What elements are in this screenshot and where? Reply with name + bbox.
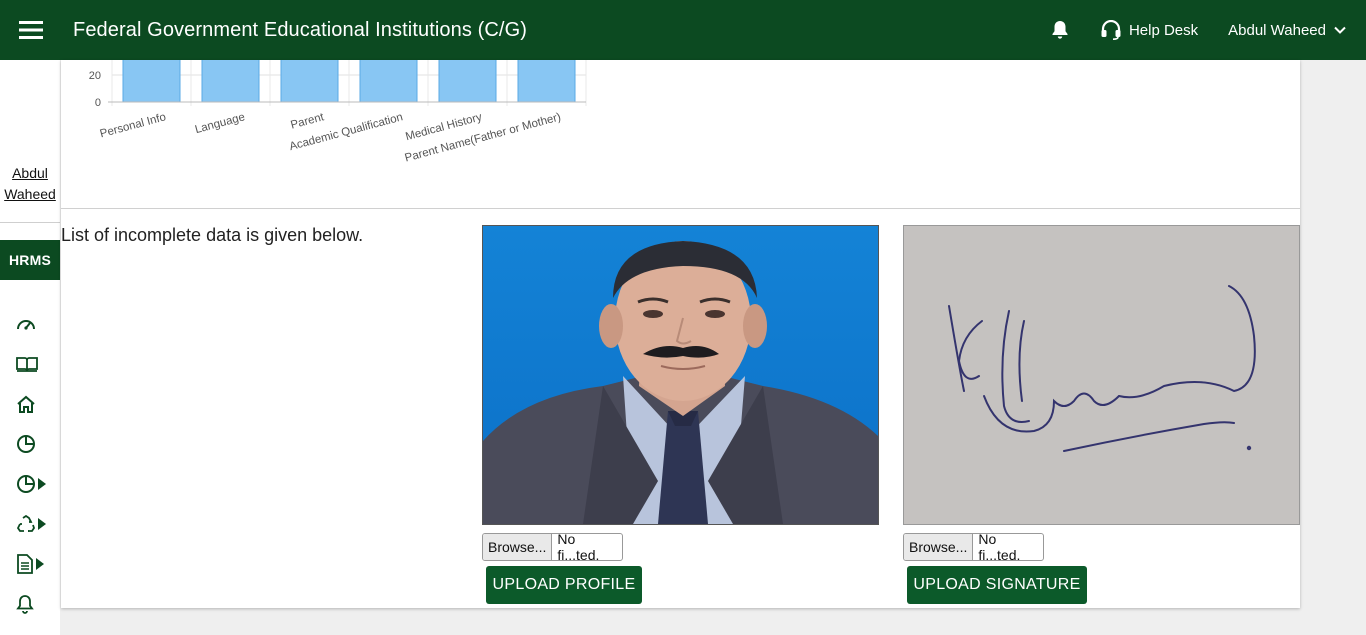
card-divider — [61, 208, 1300, 209]
user-name: Abdul Waheed — [1228, 21, 1326, 39]
bell-icon[interactable] — [16, 592, 50, 616]
signature-browse-button[interactable]: Browse... — [904, 534, 974, 560]
signature-file-name: No fi...ted. — [978, 531, 1021, 563]
y-tick-label: 20 — [89, 70, 101, 82]
expand-arrow-icon — [36, 558, 44, 570]
signature-image — [903, 225, 1300, 525]
expand-arrow-icon — [38, 518, 46, 530]
upload-profile-button[interactable]: UPLOAD PROFILE — [486, 566, 642, 604]
sidebar-user-first-name: Abdul — [12, 165, 48, 181]
profile-photo — [482, 225, 879, 525]
headset-icon — [1101, 20, 1121, 40]
expand-arrow-icon — [38, 478, 46, 490]
profile-file-input[interactable]: Browse... No fi...ted. — [482, 531, 623, 563]
dashboard-icon[interactable] — [16, 312, 50, 336]
chart-bar — [438, 39, 497, 103]
chart-bar — [359, 39, 418, 103]
top-navbar: Federal Government Educational Instituti… — [0, 0, 1366, 60]
menu-icon[interactable] — [0, 0, 62, 60]
profile-browse-button[interactable]: Browse... — [483, 534, 553, 560]
help-desk-link[interactable]: Help Desk — [1100, 20, 1198, 40]
y-tick-label: 0 — [95, 97, 101, 109]
upload-signature-button[interactable]: UPLOAD SIGNATURE — [907, 566, 1087, 604]
x-tick-label: Parent Name(Father or Mother) — [404, 111, 563, 164]
incomplete-data-notice: List of incomplete data is given below. — [61, 225, 364, 245]
incomplete-data-chart: 0 20 Personal Info Language Parent Academic Q… — [61, 39, 1300, 208]
chart-bar — [517, 39, 576, 103]
chart-bar — [201, 39, 260, 103]
x-tick-label: Language — [194, 111, 247, 136]
sidebar-divider — [0, 222, 60, 223]
sidebar-user-last-name: Waheed — [4, 186, 56, 202]
main-card: 0 20 Personal Info Language Parent Academic Q… — [61, 39, 1300, 608]
document-expand-icon[interactable] — [16, 552, 50, 576]
notifications-bell-icon[interactable] — [1040, 20, 1080, 40]
recycle-expand-icon[interactable] — [16, 512, 50, 536]
sidebar-section-hrms: HRMS — [0, 240, 60, 280]
chart-bar — [280, 39, 339, 103]
user-menu[interactable]: Abdul Waheed — [1228, 22, 1346, 39]
pie-chart-icon[interactable] — [16, 432, 50, 456]
help-desk-label: Help Desk — [1128, 21, 1199, 39]
pie-chart-expand-icon[interactable] — [16, 472, 50, 496]
app-title: Federal Government Educational Instituti… — [73, 18, 527, 41]
signature-file-input[interactable]: Browse... No fi...ted. — [903, 531, 1044, 563]
bar-chart-svg: 020Personal Info Language ParentAcademic Q… — [89, 39, 587, 165]
chevron-down-icon — [1334, 26, 1346, 34]
chart-bar — [122, 39, 181, 103]
sidebar-user-link[interactable]: Abdul Waheed — [0, 163, 60, 205]
x-tick-label: Personal Info — [99, 111, 168, 140]
x-tick-label: Parent — [289, 111, 326, 132]
book-icon[interactable] — [16, 352, 50, 376]
home-icon[interactable] — [16, 392, 50, 416]
profile-file-name: No fi...ted. — [557, 531, 600, 563]
sidebar: Abdul Waheed HRMS — [0, 60, 60, 635]
